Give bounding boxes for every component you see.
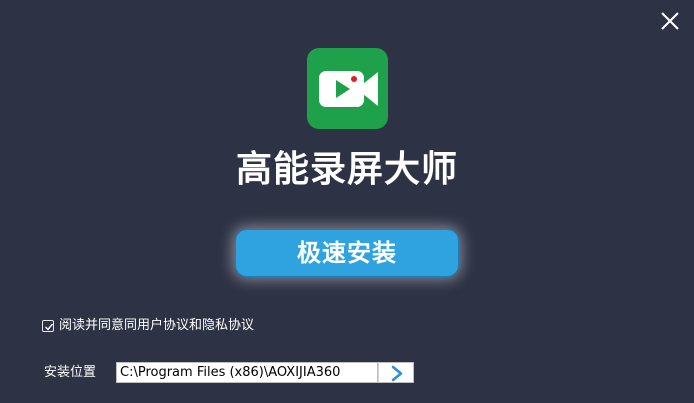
browse-button[interactable]	[378, 362, 414, 383]
install-button[interactable]: 极速安装	[235, 229, 459, 277]
video-camera-icon	[319, 71, 378, 107]
agreement-row: 阅读并同意同用户协议和隐私协议	[42, 317, 254, 335]
install-path-label: 安装位置	[44, 365, 97, 380]
close-button[interactable]	[657, 8, 683, 34]
app-title: 高能录屏大师	[235, 149, 458, 190]
chevron-right-icon	[391, 365, 403, 382]
agreement-checkbox[interactable]	[42, 320, 54, 332]
installer-window: 高能录屏大师 极速安装 阅读并同意同用户协议和隐私协议 安装位置 C:\Prog…	[0, 0, 694, 403]
checkmark-icon	[45, 323, 54, 331]
agreement-label[interactable]: 阅读并同意同用户协议和隐私协议	[59, 317, 254, 335]
close-icon	[661, 12, 679, 30]
install-path-input[interactable]: C:\Program Files (x86)\AOXIJIA360	[116, 362, 378, 383]
app-logo	[307, 48, 388, 129]
install-path-row: 安装位置 C:\Program Files (x86)\AOXIJIA360	[44, 362, 414, 383]
